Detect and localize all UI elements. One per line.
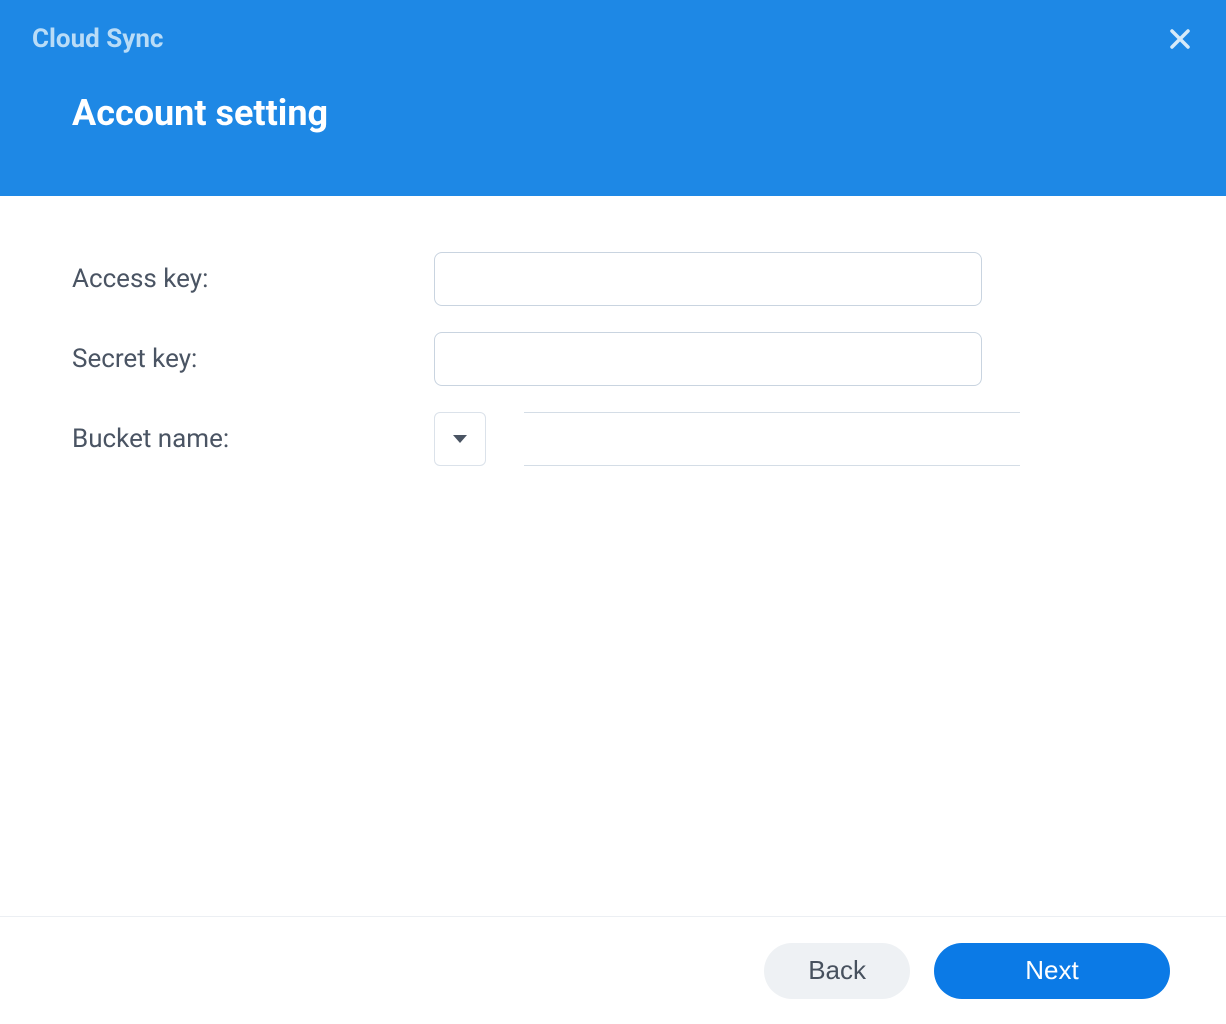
access-key-input[interactable] — [434, 252, 982, 306]
bucket-dropdown-button[interactable] — [434, 412, 486, 466]
row-secret-key: Secret key: — [72, 332, 1154, 386]
close-button[interactable] — [1166, 25, 1194, 53]
next-button[interactable]: Next — [934, 943, 1170, 999]
header-top-bar: Cloud Sync — [0, 0, 1226, 54]
chevron-down-icon — [453, 434, 467, 444]
dialog-header: Cloud Sync Account setting — [0, 0, 1226, 196]
secret-key-input[interactable] — [434, 332, 982, 386]
bucket-name-input[interactable] — [524, 412, 1020, 466]
back-button[interactable]: Back — [764, 943, 910, 999]
form-content: Access key: Secret key: Bucket name: — [0, 196, 1226, 916]
label-bucket-name: Bucket name: — [72, 424, 434, 454]
row-bucket-name: Bucket name: — [72, 412, 1154, 466]
label-secret-key: Secret key: — [72, 344, 434, 374]
dialog-footer: Back Next — [0, 916, 1226, 1024]
label-access-key: Access key: — [72, 264, 434, 294]
page-title: Account setting — [0, 54, 1226, 172]
app-title: Cloud Sync — [32, 24, 163, 54]
row-access-key: Access key: — [72, 252, 1154, 306]
close-icon — [1168, 27, 1192, 51]
